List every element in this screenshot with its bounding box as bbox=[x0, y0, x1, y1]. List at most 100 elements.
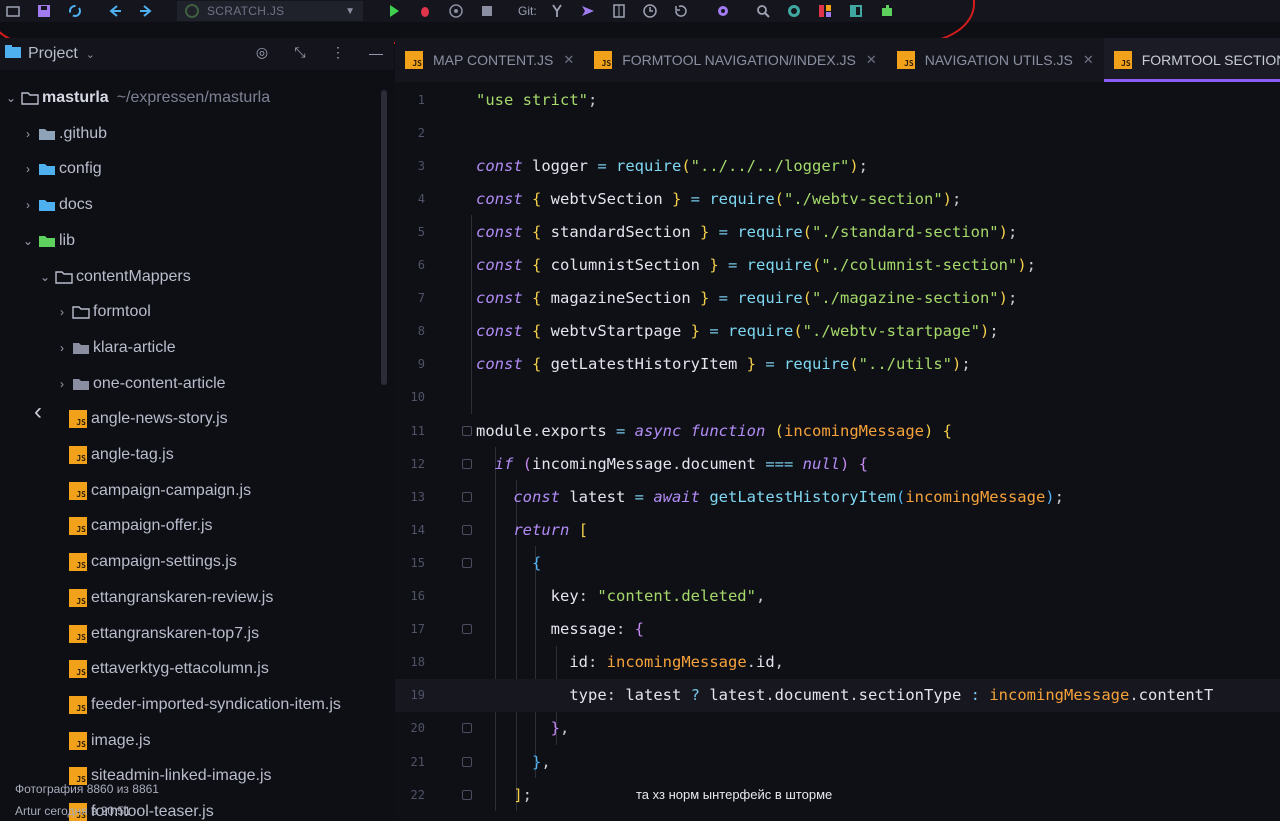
fold-marker-icon[interactable] bbox=[462, 458, 472, 469]
editor-tab[interactable]: JS FORMTOOL NAVIGATION/INDEX.JS ✕ bbox=[584, 38, 887, 82]
plugin-icon[interactable] bbox=[876, 0, 898, 22]
code-line[interactable]: 21 }, bbox=[395, 745, 1280, 778]
code-line[interactable]: 6 const { columnistSection } = require(".… bbox=[395, 249, 1280, 282]
code-line[interactable]: 3 const logger = require("../../../logger… bbox=[395, 149, 1280, 182]
code-line[interactable]: 16 key: "content.deleted", bbox=[395, 580, 1280, 613]
tree-file-item[interactable]: JS ettangranskaren-top7.js bbox=[55, 619, 259, 649]
fold-marker-icon[interactable] bbox=[462, 723, 472, 734]
rollback-icon[interactable] bbox=[670, 0, 692, 22]
tree-file-item[interactable]: JS image.js bbox=[55, 726, 151, 756]
tree-file-item[interactable]: JS campaign-settings.js bbox=[55, 547, 237, 577]
git-compare-icon[interactable] bbox=[608, 0, 630, 22]
tree-folder-item[interactable]: ⌄ masturla ~/expressen/masturla bbox=[4, 83, 270, 113]
git-push-icon[interactable] bbox=[577, 0, 599, 22]
tree-folder-item[interactable]: ⌄ contentMappers bbox=[38, 262, 191, 292]
chevron-right-icon[interactable]: › bbox=[21, 198, 35, 212]
code-line[interactable]: 18 id: incomingMessage.id, bbox=[395, 646, 1280, 679]
code-line[interactable]: 14 return [ bbox=[395, 513, 1280, 546]
tree-file-item[interactable]: JS angle-news-story.js bbox=[55, 404, 228, 434]
code-line[interactable]: 10 bbox=[395, 381, 1280, 414]
code-line[interactable]: 4 const { webtvSection } = require("./web… bbox=[395, 182, 1280, 215]
close-icon[interactable]: ✕ bbox=[866, 52, 877, 68]
code-text: id: incomingMessage.id, bbox=[476, 653, 784, 671]
code-line[interactable]: 7 const { magazineSection } = require("./… bbox=[395, 282, 1280, 315]
code-line[interactable]: 19 type: latest ? latest.document.sectio… bbox=[395, 678, 1280, 712]
fold-marker-icon[interactable] bbox=[462, 524, 472, 535]
structure-icon[interactable] bbox=[814, 0, 836, 22]
tree-file-item[interactable]: JS ettangranskaren-review.js bbox=[55, 583, 273, 613]
debug-icon[interactable] bbox=[414, 0, 436, 22]
sync-icon[interactable] bbox=[64, 0, 86, 22]
tree-file-item[interactable]: JS ettaverktyg-ettacolumn.js bbox=[55, 654, 269, 684]
code-line[interactable]: 15 { bbox=[395, 546, 1280, 579]
chevron-down-icon[interactable]: ⌄ bbox=[86, 48, 95, 61]
code-line[interactable]: 8 const { webtvStartpage } = require("./w… bbox=[395, 315, 1280, 348]
run-configuration-select[interactable]: SCRATCH.JS ▼ bbox=[177, 1, 363, 21]
chevron-down-icon[interactable]: ⌄ bbox=[38, 270, 52, 284]
tree-folder-item[interactable]: › docs bbox=[21, 190, 93, 220]
collapse-all-icon[interactable]: ⤡ bbox=[292, 44, 308, 61]
tree-file-item[interactable]: JS campaign-campaign.js bbox=[55, 476, 251, 506]
inspect-icon[interactable] bbox=[783, 0, 805, 22]
code-editor[interactable]: 1 "use strict"; 2 3 const logger = require("… bbox=[395, 82, 1280, 821]
code-line[interactable]: 20 }, bbox=[395, 712, 1280, 745]
git-branch-icon[interactable] bbox=[546, 0, 568, 22]
code-token: incomingMessage bbox=[532, 454, 672, 473]
tree-file-item[interactable]: JS angle-tag.js bbox=[55, 440, 174, 470]
settings-icon[interactable] bbox=[712, 0, 734, 22]
run-config-label: SCRATCH.JS bbox=[207, 4, 285, 18]
sidebar-icon[interactable] bbox=[845, 0, 867, 22]
chevron-right-icon[interactable]: › bbox=[55, 305, 69, 319]
tree-folder-item[interactable]: › formtool bbox=[55, 297, 151, 327]
tree-folder-item[interactable]: › config bbox=[21, 154, 102, 184]
tree-file-item[interactable]: JS feeder-imported-syndication-item.js bbox=[55, 690, 341, 720]
more-options-icon[interactable]: ⋮ bbox=[330, 44, 346, 61]
project-panel-title[interactable]: Project bbox=[28, 45, 78, 63]
chevron-down-icon[interactable]: ⌄ bbox=[21, 234, 35, 248]
code-line[interactable]: 11 module.exports = async function (incom… bbox=[395, 414, 1280, 447]
code-line[interactable]: 22 ]; bbox=[395, 778, 1280, 811]
folder-icon[interactable] bbox=[2, 0, 24, 22]
tree-folder-item[interactable]: › klara-article bbox=[55, 333, 176, 363]
chevron-right-icon[interactable]: › bbox=[55, 377, 69, 391]
code-line[interactable]: 2 bbox=[395, 116, 1280, 149]
editor-tab[interactable]: JS NAVIGATION UTILS.JS ✕ bbox=[887, 38, 1104, 82]
code-line[interactable]: 13 const latest = await getLatestHistory… bbox=[395, 480, 1280, 513]
chevron-down-icon[interactable]: ⌄ bbox=[4, 91, 18, 105]
fold-marker-icon[interactable] bbox=[462, 491, 472, 502]
locate-icon[interactable]: ◎ bbox=[254, 44, 270, 61]
chevron-right-icon[interactable]: › bbox=[21, 127, 35, 141]
fold-marker-icon[interactable] bbox=[462, 425, 472, 436]
close-icon[interactable]: ✕ bbox=[1083, 52, 1094, 68]
tree-file-item[interactable]: JS campaign-offer.js bbox=[55, 511, 213, 541]
stop-icon[interactable] bbox=[476, 0, 498, 22]
code-line[interactable]: 9 const { getLatestHistoryItem } = requir… bbox=[395, 348, 1280, 381]
coverage-icon[interactable] bbox=[445, 0, 467, 22]
fold-marker-icon[interactable] bbox=[462, 789, 472, 800]
js-file-icon: JS bbox=[69, 517, 87, 536]
editor-tab[interactable]: JS MAP CONTENT.JS ✕ bbox=[395, 38, 584, 82]
forward-icon[interactable] bbox=[135, 0, 157, 22]
fold-marker-icon[interactable] bbox=[462, 756, 472, 767]
code-line[interactable]: 12 if (incomingMessage.document === null… bbox=[395, 447, 1280, 480]
back-icon[interactable] bbox=[104, 0, 126, 22]
minimize-icon[interactable]: — bbox=[368, 45, 384, 61]
editor-tab[interactable]: JS FORMTOOL SECTION/IN bbox=[1103, 38, 1280, 82]
chevron-right-icon[interactable]: › bbox=[21, 162, 35, 176]
chevron-left-icon[interactable]: ‹ bbox=[34, 398, 42, 426]
code-line[interactable]: 1 "use strict"; bbox=[395, 83, 1280, 116]
search-icon[interactable] bbox=[752, 0, 774, 22]
tree-folder-item[interactable]: › one-content-article bbox=[55, 369, 226, 399]
fold-marker-icon[interactable] bbox=[462, 624, 472, 635]
tree-scrollbar[interactable] bbox=[381, 90, 387, 385]
tree-folder-item[interactable]: ⌄ lib bbox=[21, 226, 75, 256]
chevron-right-icon[interactable]: › bbox=[55, 341, 69, 355]
fold-marker-icon[interactable] bbox=[462, 557, 472, 568]
tree-folder-item[interactable]: › .github bbox=[21, 119, 107, 149]
history-icon[interactable] bbox=[639, 0, 661, 22]
run-icon[interactable] bbox=[383, 0, 405, 22]
code-line[interactable]: 5 const { standardSection } = require("./… bbox=[395, 215, 1280, 248]
close-icon[interactable]: ✕ bbox=[563, 52, 574, 68]
code-line[interactable]: 17 message: { bbox=[395, 613, 1280, 646]
save-icon[interactable] bbox=[33, 0, 55, 22]
